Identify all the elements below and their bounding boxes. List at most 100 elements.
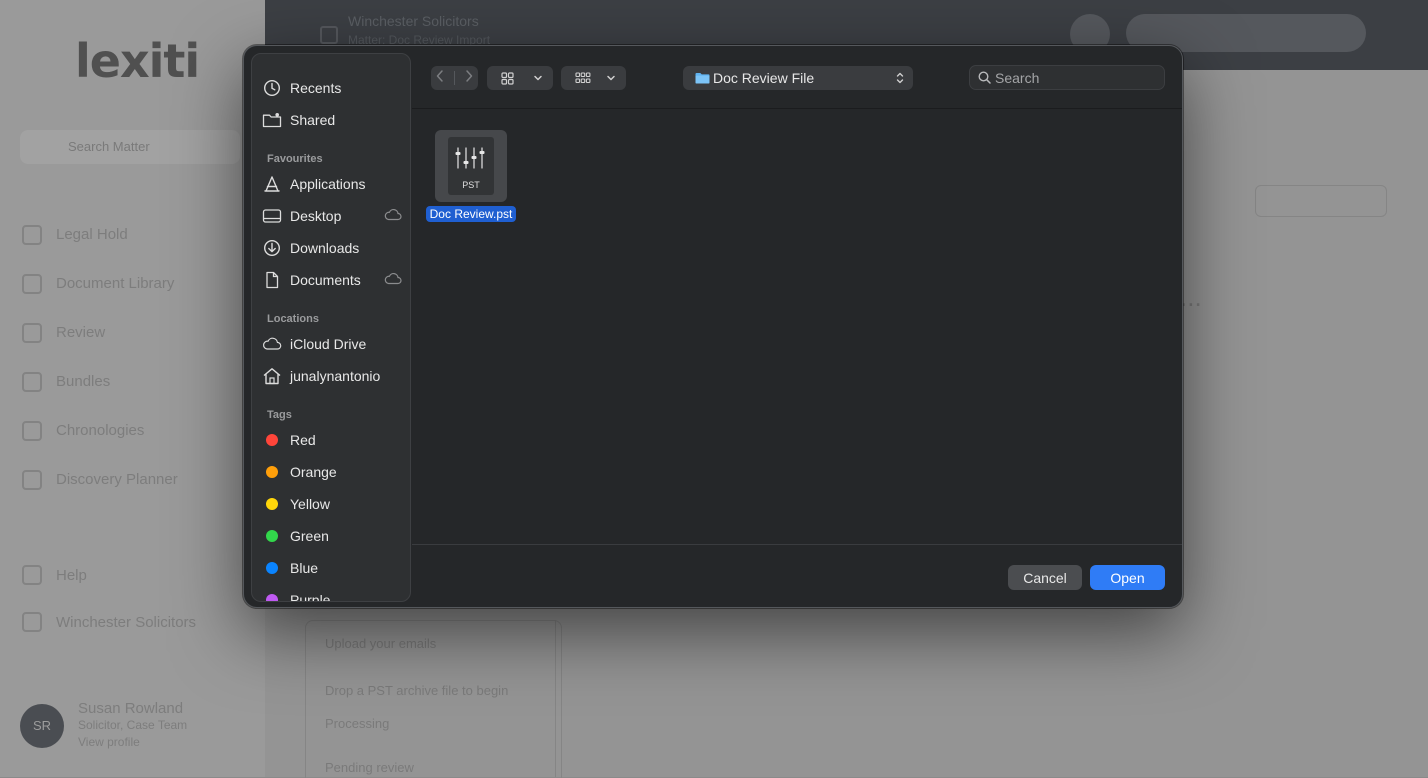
nav-item: Review (22, 308, 252, 357)
nav-item: Bundles (22, 357, 252, 406)
sidebar-tag-green[interactable]: Green (262, 522, 402, 550)
cloud-icon (262, 334, 282, 354)
back-forward-group (431, 66, 478, 90)
up-down-chevron-icon (896, 72, 904, 84)
sidebar-item-icloud-drive[interactable]: iCloud Drive (262, 330, 402, 358)
purple-tag-icon (266, 594, 278, 601)
nav-item-icon (22, 420, 42, 441)
sidebar-item-label: Blue (290, 560, 319, 576)
sidebar-item-label: Purple (290, 592, 331, 602)
help-icon (22, 565, 42, 585)
nav-item: Legal Hold (22, 210, 252, 259)
nav-item: Discovery Planner (22, 455, 252, 504)
downloads-icon (262, 238, 282, 258)
chevron-right-icon (465, 69, 472, 82)
favourites-header: Favourites (267, 153, 323, 165)
app-logo: lexiti (75, 34, 200, 88)
file-thumbnail: PST (435, 130, 507, 202)
red-tag-icon (266, 434, 278, 446)
background-text: Drop a PST archive file to begin (325, 683, 509, 698)
tag-color-dot (262, 526, 282, 546)
user-profile: SR Susan Rowland Solicitor, Case Team Vi… (20, 700, 187, 751)
search-input[interactable] (995, 69, 1155, 86)
grid-group-icon (575, 72, 591, 84)
nav-item-label: Chronologies (56, 422, 145, 439)
file-name-label: Doc Review.pst (425, 206, 517, 222)
background-text: Upload your emails (325, 636, 437, 651)
sidebar-item-shared[interactable]: Shared (262, 106, 402, 134)
nav-item-icon (22, 322, 42, 343)
yellow-tag-icon (266, 498, 278, 510)
sidebar-item-label: Shared (290, 112, 336, 128)
nav-item-label: Discovery Planner (56, 471, 178, 488)
sidebar-tag-yellow[interactable]: Yellow (262, 490, 402, 518)
sidebar-item-documents[interactable]: Documents (262, 266, 402, 294)
file-item[interactable]: PST Doc Review.pst (422, 130, 520, 223)
nav-separator (453, 71, 455, 85)
sidebar-item-home[interactable]: junalynantonio (262, 362, 402, 390)
folder-path-popup[interactable]: Doc Review File (683, 66, 913, 90)
sidebar-item-label: junalynantonio (290, 368, 381, 384)
sidebar-tag-purple[interactable]: Purple (262, 586, 402, 602)
tag-color-dot (262, 462, 282, 482)
search-field[interactable] (969, 65, 1165, 90)
icon-view-icon (501, 71, 514, 85)
forward-button[interactable] (464, 69, 474, 88)
sidebar-item-label: Documents (290, 272, 361, 288)
user-role: Solicitor, Case Team (78, 718, 188, 732)
pst-file-icon: PST (448, 137, 494, 195)
home-icon (262, 366, 282, 386)
clock-icon (262, 78, 282, 98)
sidebar-item-recents[interactable]: Recents (262, 74, 402, 102)
sidebar-item-label: Recents (290, 80, 342, 96)
document-icon (262, 270, 282, 290)
file-extension-label: PST (462, 180, 480, 190)
nav-item-icon (22, 469, 42, 490)
nav-item: Chronologies (22, 406, 252, 455)
user-profile-link: View profile (78, 735, 140, 749)
view-mode-button[interactable] (487, 66, 553, 90)
sidebar-item-downloads[interactable]: Downloads (262, 234, 402, 262)
org-label: Winchester Solicitors (56, 613, 197, 631)
tag-color-dot (262, 494, 282, 514)
help-link: Help (22, 565, 87, 585)
sidebar-item-label: Yellow (290, 496, 330, 512)
desktop-icon (262, 206, 282, 226)
icloud-status-icon (384, 208, 402, 222)
folder-icon (695, 73, 710, 84)
topbar-icon (320, 26, 338, 44)
nav-item: Document Library (22, 259, 252, 308)
sidebar-item-applications[interactable]: Applications (262, 170, 402, 198)
sidebar-item-label: Orange (290, 464, 337, 480)
green-tag-icon (266, 530, 278, 542)
matter-search-input: Search Matter (20, 130, 240, 164)
toolbar-divider (412, 108, 1182, 109)
background-text: Processing (325, 716, 390, 731)
footer-divider (412, 544, 1182, 545)
nav-item-icon (22, 224, 42, 245)
help-label: Help (56, 566, 87, 584)
sidebar-tag-blue[interactable]: Blue (262, 554, 402, 582)
tag-color-dot (262, 590, 282, 601)
nav-item-label: Review (56, 324, 106, 341)
nav-item-icon (22, 371, 42, 392)
background-divider (555, 620, 556, 777)
open-button[interactable]: Open (1090, 565, 1165, 590)
orange-tag-icon (266, 466, 278, 478)
background-nav: Legal Hold Document Library Review Bundl… (22, 210, 252, 504)
tag-color-dot (262, 558, 282, 578)
sidebar-tag-orange[interactable]: Orange (262, 458, 402, 486)
nav-item-label: Legal Hold (56, 226, 128, 243)
nav-item-label: Bundles (56, 373, 111, 390)
back-button[interactable] (435, 69, 445, 88)
blue-tag-icon (266, 562, 278, 574)
sidebar-tag-red[interactable]: Red (262, 426, 402, 454)
shared-folder-icon (262, 110, 282, 130)
topbar-title-text: Winchester Solicitors (348, 13, 479, 29)
group-by-button[interactable] (561, 66, 626, 90)
sidebar-item-desktop[interactable]: Desktop (262, 202, 402, 230)
org-link: Winchester Solicitors (22, 612, 196, 632)
background-button (1255, 185, 1387, 217)
sliders-icon (455, 147, 485, 169)
cancel-button[interactable]: Cancel (1008, 565, 1082, 590)
